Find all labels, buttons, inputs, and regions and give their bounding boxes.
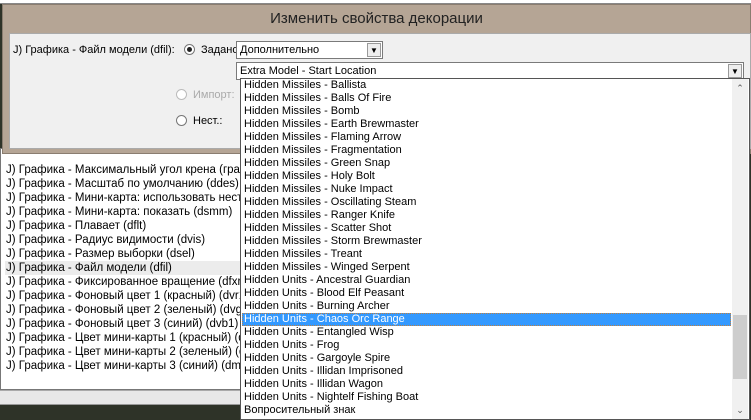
dropdown-item[interactable]: Hidden Units - Frog: [242, 339, 731, 352]
dialog-title: Изменить свойства декорации: [270, 10, 483, 27]
chevron-down-icon[interactable]: ▼: [728, 64, 742, 78]
radio-custom[interactable]: [176, 115, 187, 126]
model-value: Extra Model - Start Location: [240, 65, 377, 77]
dropdown-item[interactable]: Hidden Missiles - Holy Bolt: [242, 170, 731, 183]
dropdown-item[interactable]: Hidden Missiles - Storm Brewmaster: [242, 235, 731, 248]
dropdown-item[interactable]: Hidden Units - Nightelf Fishing Boat: [242, 391, 731, 404]
radio-import-label: Импорт:: [193, 89, 235, 101]
radio-import[interactable]: [176, 89, 187, 100]
dropdown-item[interactable]: Hidden Units - Ancestral Guardian: [242, 274, 731, 287]
dropdown-item[interactable]: Вопросительный знак: [242, 404, 731, 417]
dropdown-item[interactable]: Hidden Missiles - Nuke Impact: [242, 183, 731, 196]
dropdown-item[interactable]: Hidden Missiles - Ranger Knife: [242, 209, 731, 222]
dropdown-item[interactable]: Hidden Missiles - Fragmentation: [242, 144, 731, 157]
scroll-down-icon[interactable]: ⌄: [732, 403, 748, 417]
dropdown-item[interactable]: Hidden Missiles - Ballista: [242, 79, 731, 92]
dropdown-item[interactable]: Hidden Units - Entangled Wisp: [242, 326, 731, 339]
dropdown-item[interactable]: Hidden Units - Chaos Orc Range: [242, 313, 731, 326]
dropdown-item[interactable]: Hidden Missiles - Oscillating Steam: [242, 196, 731, 209]
dropdown-item[interactable]: Hidden Missiles - Balls Of Fire: [242, 92, 731, 105]
dropdown-item[interactable]: Hidden Missiles - Treant: [242, 248, 731, 261]
scrollbar-thumb[interactable]: [733, 315, 747, 379]
dropdown-item[interactable]: Hidden Units - Burning Archer: [242, 300, 731, 313]
dropdown-item[interactable]: Hidden Missiles - Bomb: [242, 105, 731, 118]
dropdown-item[interactable]: Hidden Missiles - Earth Brewmaster: [242, 118, 731, 131]
radio-set[interactable]: [184, 44, 195, 55]
dropdown-item[interactable]: Hidden Missiles - Winged Serpent: [242, 261, 731, 274]
dropdown-scrollbar[interactable]: ⌃ ⌄: [732, 79, 748, 419]
dropdown-item[interactable]: Hidden Missiles - Green Snap: [242, 157, 731, 170]
category-value: Дополнительно: [240, 44, 320, 56]
category-combo[interactable]: Дополнительно ▼: [236, 41, 383, 59]
dropdown-item[interactable]: Hidden Missiles - Flaming Arrow: [242, 131, 731, 144]
dropdown-item[interactable]: Hidden Missiles - Scatter Shot: [242, 222, 731, 235]
field-label: J) Графика - Файл модели (dfil):: [13, 44, 175, 56]
dropdown-item[interactable]: Hidden Units - Illidan Wagon: [242, 378, 731, 391]
radio-custom-label: Нест.:: [193, 115, 223, 127]
model-dropdown-list[interactable]: ⌃ ⌄ Hidden Missiles - Ballista Hidden Mis…: [240, 78, 750, 420]
dropdown-item[interactable]: Hidden Units - Blood Elf Peasant: [242, 287, 731, 300]
dropdown-item[interactable]: Hidden Units - Illidan Imprisoned: [242, 365, 731, 378]
chevron-down-icon[interactable]: ▼: [367, 43, 381, 57]
scroll-up-icon[interactable]: ⌃: [732, 81, 748, 95]
dropdown-item[interactable]: Hidden Units - Gargoyle Spire: [242, 352, 731, 365]
